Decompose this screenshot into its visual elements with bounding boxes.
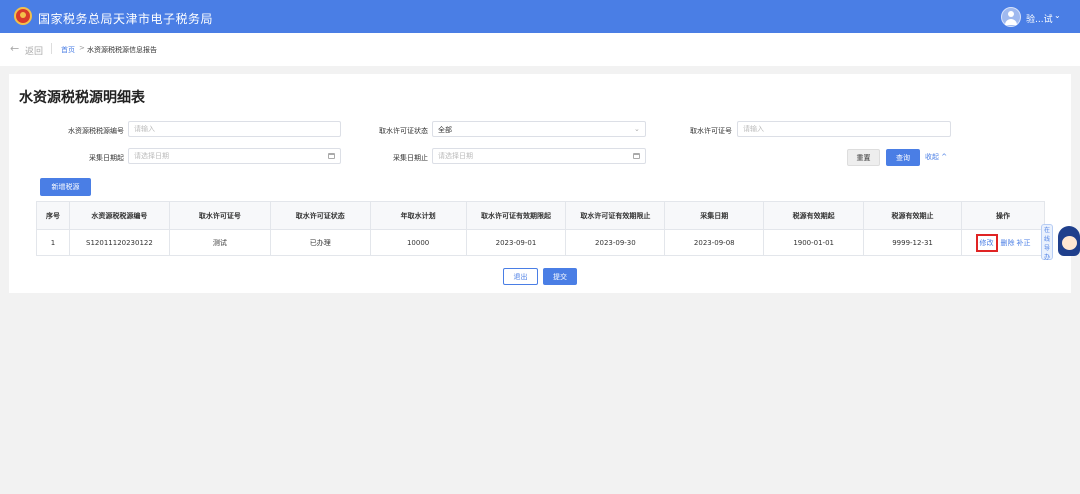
col-header: 取水许可证状态 <box>269 201 371 230</box>
delete-link[interactable]: 删除 <box>1001 239 1015 247</box>
permit-status-value: 全部 <box>438 126 452 134</box>
cell-source-id: S12011120230122 <box>68 229 170 256</box>
reset-button[interactable]: 重置 <box>847 149 880 166</box>
permit-no-label: 取水许可证号 <box>690 127 732 135</box>
exit-button[interactable]: 退出 <box>503 268 538 285</box>
permit-no-input[interactable] <box>737 121 951 137</box>
correct-link[interactable]: 补正 <box>1017 239 1031 247</box>
col-header: 序号 <box>36 201 70 230</box>
cell-collect-date: 2023-09-08 <box>664 229 765 256</box>
main-panel <box>9 74 1071 293</box>
assistant-face <box>1062 236 1077 250</box>
permit-status-select[interactable]: 全部 <box>432 121 646 137</box>
assistant-tag[interactable]: 在线导办 <box>1041 224 1053 261</box>
cell-permit-start: 2023-09-01 <box>465 229 567 256</box>
col-header: 年取水计划 <box>369 201 467 230</box>
collapse-label: 收起 <box>925 153 939 161</box>
cell-annual-plan: 10000 <box>369 229 467 256</box>
chevron-up-icon: ^ <box>941 153 948 161</box>
col-header: 水资源税税源编号 <box>68 201 170 230</box>
col-header: 税源有效期止 <box>863 201 962 230</box>
col-header: 取水许可证有效期限起 <box>465 201 567 230</box>
cell-permit-end: 2023-09-30 <box>565 229 666 256</box>
date-start-input[interactable] <box>128 148 341 164</box>
cell-valid-start: 1900-01-01 <box>763 229 865 256</box>
edit-link[interactable]: 修改 <box>975 233 998 252</box>
col-header: 税源有效期起 <box>763 201 865 230</box>
user-avatar-icon[interactable] <box>1001 7 1021 27</box>
col-header: 取水许可证有效期限止 <box>565 201 666 230</box>
cell-valid-end: 9999-12-31 <box>863 229 962 256</box>
date-end-label: 采集日期止 <box>393 154 428 162</box>
breadcrumb-bar: ← 返回 首页 > 水资源税税源信息报告 <box>0 33 1080 66</box>
chevron-down-icon[interactable]: ⌄ <box>634 125 640 133</box>
submit-button[interactable]: 提交 <box>543 268 577 285</box>
assistant-avatar-icon[interactable] <box>1053 222 1080 260</box>
query-button[interactable]: 查询 <box>886 149 920 166</box>
date-start-label: 采集日期起 <box>89 154 124 162</box>
back-arrow-icon[interactable]: ← <box>10 42 19 55</box>
table-header-row: 序号 水资源税税源编号 取水许可证号 取水许可证状态 年取水计划 取水许可证有效… <box>36 201 1045 230</box>
calendar-icon[interactable] <box>328 153 335 159</box>
date-end-input[interactable] <box>432 148 646 164</box>
breadcrumb-home[interactable]: 首页 <box>61 45 75 55</box>
breadcrumb-current: 水资源税税源信息报告 <box>87 46 157 54</box>
back-link[interactable]: 返回 <box>25 44 43 57</box>
breadcrumb-separator: > <box>79 44 85 52</box>
table-row: 1 S12011120230122 测试 已办理 10000 2023-09-0… <box>36 229 1045 256</box>
col-header: 操作 <box>961 201 1045 230</box>
collapse-link[interactable]: 收起 ^ <box>925 152 947 162</box>
source-table: 序号 水资源税税源编号 取水许可证号 取水许可证状态 年取水计划 取水许可证有效… <box>36 201 1045 256</box>
tax-emblem-icon <box>14 7 32 25</box>
user-name[interactable]: 验...试 <box>1026 12 1053 25</box>
col-header: 取水许可证号 <box>168 201 271 230</box>
permit-status-label: 取水许可证状态 <box>379 127 428 135</box>
cell-operations: 修改 删除 补正 <box>961 229 1045 256</box>
col-header: 采集日期 <box>664 201 765 230</box>
cell-index: 1 <box>36 229 70 256</box>
add-source-button[interactable]: 新增税源 <box>40 178 91 196</box>
cell-permit-no: 测试 <box>168 229 271 256</box>
source-id-label: 水资源税税源编号 <box>68 127 124 135</box>
source-id-input[interactable] <box>128 121 341 137</box>
calendar-icon[interactable] <box>633 153 640 159</box>
chevron-down-icon[interactable]: ⌄ <box>1054 11 1061 20</box>
page-title: 水资源税税源明细表 <box>19 90 145 106</box>
cell-status: 已办理 <box>269 229 371 256</box>
top-header: 国家税务总局天津市电子税务局 验...试 ⌄ <box>0 0 1080 33</box>
site-title: 国家税务总局天津市电子税务局 <box>38 12 214 26</box>
breadcrumb-divider <box>51 43 52 54</box>
